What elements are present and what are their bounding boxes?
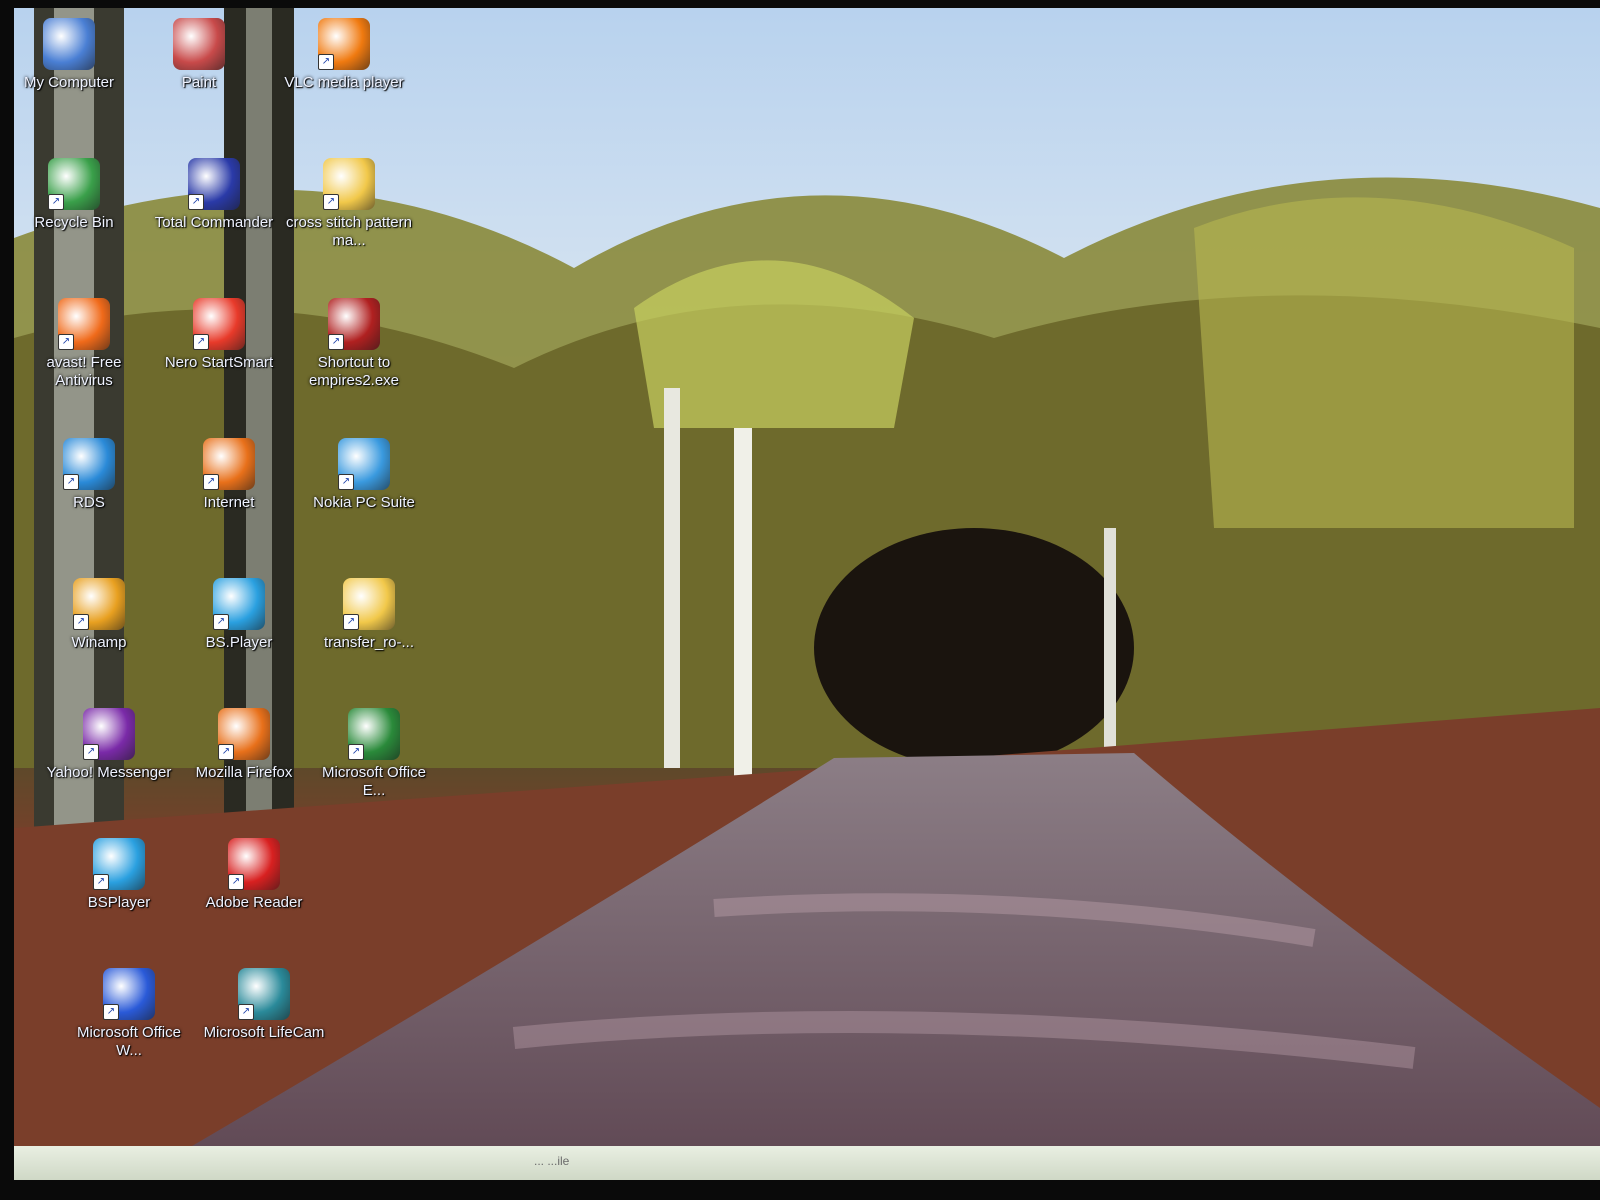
avast-icon: ↗ [58,298,110,350]
desktop-icon-label: BS.Player [205,634,273,651]
desktop-icon-label: Mozilla Firefox [195,764,293,781]
desktop-icon-label: avast! Free Antivirus [46,354,122,389]
desktop-icon[interactable]: ↗ avast! Free Antivirus [19,298,149,390]
bsplayer-icon: ↗ [213,578,265,630]
desktop-icon[interactable]: ↗ RDS [24,438,154,512]
desktop-icon-label: VLC media player [284,74,404,91]
desktop-icon-label: My Computer [23,74,115,91]
firefox-icon: ↗ [203,438,255,490]
desktop-icon-label: Nero StartSmart [164,354,274,371]
taskbar-label: ... ...ile [534,1154,570,1168]
winamp-icon: ↗ [73,578,125,630]
shortcut-arrow-icon: ↗ [213,614,229,630]
desktop-icon[interactable]: ↗ Winamp [34,578,164,652]
shortcut-arrow-icon: ↗ [48,194,64,210]
shortcut-arrow-icon: ↗ [348,744,364,760]
desktop-icon[interactable]: ↗ transfer_ro-... [304,578,434,652]
desktop-icon-label: Recycle Bin [34,214,114,231]
desktop-icon-label: transfer_ro-... [323,634,415,651]
shortcut-arrow-icon: ↗ [318,54,334,70]
desktop-icon[interactable]: ↗ Internet [164,438,294,512]
globe-icon: ↗ [63,438,115,490]
desktop-icon-label: Paint [181,74,217,91]
shortcut-arrow-icon: ↗ [63,474,79,490]
shortcut-arrow-icon: ↗ [343,614,359,630]
desktop-icon-label: RDS [73,494,105,511]
bsplayer-icon: ↗ [93,838,145,890]
computer-icon [43,18,95,70]
yahoo-icon: ↗ [83,708,135,760]
desktop-icon[interactable]: ↗ Mozilla Firefox [179,708,309,782]
nokia-icon: ↗ [338,438,390,490]
shortcut-arrow-icon: ↗ [93,874,109,890]
nero-icon: ↗ [193,298,245,350]
folder-icon: ↗ [343,578,395,630]
desktop-icon[interactable]: ↗ Microsoft Office E... [309,708,439,800]
shortcut-arrow-icon: ↗ [228,874,244,890]
recycle-bin-icon: ↗ [48,158,100,210]
excel-icon: ↗ [348,708,400,760]
shortcut-arrow-icon: ↗ [203,474,219,490]
desktop-icon[interactable]: ↗ Yahoo! Messenger [44,708,174,782]
shortcut-arrow-icon: ↗ [103,1004,119,1020]
desktop-icon[interactable]: ↗ Microsoft LifeCam [199,968,329,1042]
shortcut-arrow-icon: ↗ [83,744,99,760]
desktop-icon-label: Total Commander [154,214,274,231]
word-icon: ↗ [103,968,155,1020]
desktop-icon-label: Adobe Reader [205,894,303,911]
desktop-icon[interactable]: Paint [134,18,264,92]
adobe-reader-icon: ↗ [228,838,280,890]
shortcut-arrow-icon: ↗ [58,334,74,350]
firefox-icon: ↗ [218,708,270,760]
desktop-icon[interactable]: ↗ Nero StartSmart [154,298,284,372]
shortcut-arrow-icon: ↗ [73,614,89,630]
shortcut-arrow-icon: ↗ [218,744,234,760]
shortcut-arrow-icon: ↗ [193,334,209,350]
desktop-icon-label: Internet [203,494,255,511]
desktop-icon-label: Microsoft Office E... [322,764,426,799]
desktop-icon-label: Winamp [71,634,127,651]
desktop-screen: My Computer Paint ↗ VLC media player ↗ Recycl… [14,8,1600,1180]
desktop-icon-label: Yahoo! Messenger [46,764,172,781]
desktop-icon[interactable]: ↗ Adobe Reader [189,838,319,912]
desktop-icon[interactable]: ↗ BS.Player [174,578,304,652]
desktop-icon[interactable]: ↗ Shortcut to empires2.exe [289,298,419,390]
desktop-icon-label: Shortcut to empires2.exe [308,354,400,389]
shortcut-arrow-icon: ↗ [238,1004,254,1020]
folder-icon: ↗ [323,158,375,210]
vlc-cone-icon: ↗ [318,18,370,70]
shortcut-arrow-icon: ↗ [328,334,344,350]
desktop-icon-label: BSPlayer [87,894,151,911]
desktop-icon[interactable]: ↗ cross stitch pattern ma... [284,158,414,250]
helmet-icon: ↗ [328,298,380,350]
desktop-icon[interactable]: My Computer [14,18,134,92]
shortcut-arrow-icon: ↗ [323,194,339,210]
desktop-icon-label: Microsoft Office W... [77,1024,181,1059]
desktop-icon[interactable]: ↗ Total Commander [149,158,279,232]
shortcut-arrow-icon: ↗ [188,194,204,210]
paint-icon [173,18,225,70]
desktop-icon[interactable]: ↗ Recycle Bin [14,158,139,232]
taskbar[interactable]: ... ...ile [14,1146,1600,1180]
desktop-icon-label: Microsoft LifeCam [203,1024,325,1041]
webcam-icon: ↗ [238,968,290,1020]
desktop-icon-label: Nokia PC Suite [313,494,415,511]
desktop-icon-label: cross stitch pattern ma... [286,214,412,249]
desktop-icon[interactable]: ↗ VLC media player [279,18,409,92]
floppy-disk-icon: ↗ [188,158,240,210]
shortcut-arrow-icon: ↗ [338,474,354,490]
desktop-icon[interactable]: ↗ Nokia PC Suite [299,438,429,512]
desktop-icon[interactable]: ↗ Microsoft Office W... [64,968,194,1060]
desktop-icon[interactable]: ↗ BSPlayer [54,838,184,912]
